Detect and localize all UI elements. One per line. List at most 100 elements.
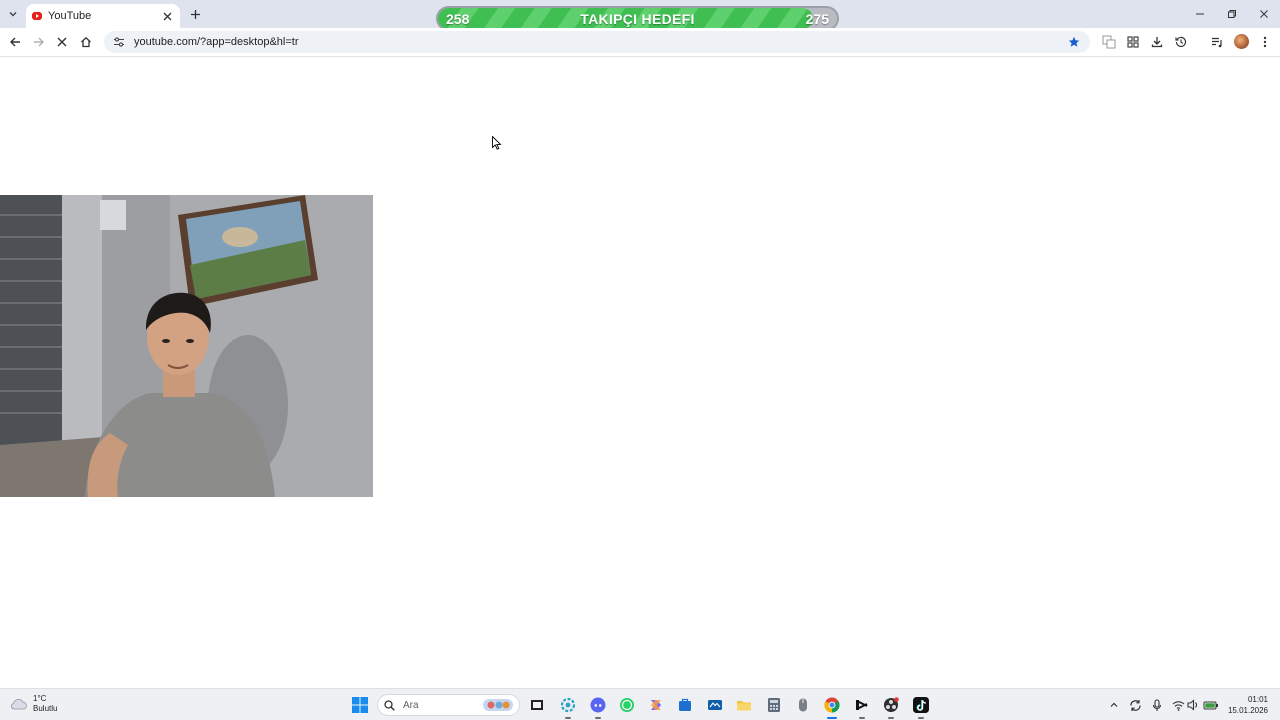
minimize-icon <box>1196 13 1204 15</box>
restore-button[interactable] <box>1216 0 1248 28</box>
close-icon <box>163 12 171 20</box>
running-indicator <box>827 717 837 719</box>
grid-icon <box>1127 36 1139 48</box>
search-icon <box>384 699 395 711</box>
taskbar-copilot[interactable] <box>646 695 666 715</box>
running-indicator <box>859 717 865 719</box>
goal-target-count: 275 <box>805 10 829 27</box>
history-button[interactable] <box>1172 33 1190 51</box>
webcam-overlay <box>0 195 373 497</box>
store-icon <box>679 698 691 711</box>
forward-button[interactable] <box>29 32 49 52</box>
webcam-image <box>0 195 373 497</box>
discord-icon <box>590 697 606 713</box>
taskbar-whatsapp[interactable] <box>617 695 637 715</box>
close-icon <box>1260 10 1268 18</box>
taskbar-folder[interactable] <box>734 695 754 715</box>
weather-temperature: 1°C <box>33 694 47 703</box>
taskbar-clock[interactable]: 01:01 15.01.2026 <box>1228 694 1268 716</box>
taskbar-mouse-app[interactable] <box>793 695 813 715</box>
taskbar-settings[interactable] <box>558 695 578 719</box>
microphone-icon <box>1152 698 1162 711</box>
taskbar: 1°C Bulutlu Ara 01:01 15.01.2026 <box>0 688 1280 720</box>
translate-icon <box>1102 35 1116 49</box>
chevron-up-icon <box>1110 702 1118 707</box>
star-icon <box>1068 36 1080 47</box>
minimize-button[interactable] <box>1184 0 1216 28</box>
settings-icon <box>560 697 576 713</box>
clock-date: 15.01.2026 <box>1227 706 1268 715</box>
taskbar-news[interactable] <box>705 695 725 715</box>
bookmark-star-button[interactable] <box>1066 34 1082 50</box>
taskbar-store[interactable] <box>675 695 695 715</box>
browser-menu-button[interactable] <box>1256 33 1274 51</box>
home-icon <box>81 36 91 48</box>
start-button[interactable] <box>350 695 370 715</box>
tab-youtube[interactable]: YouTube <box>26 4 180 28</box>
goal-progress-track: 258 TAKIPÇI HEDEFI 275 <box>438 8 837 29</box>
tray-sync[interactable] <box>1127 697 1143 713</box>
mouse-app-icon <box>799 698 807 712</box>
capcut-icon <box>856 700 868 710</box>
tab-close-button[interactable] <box>160 9 174 23</box>
profile-avatar[interactable] <box>1234 34 1249 49</box>
media-controls-button[interactable] <box>1208 33 1226 51</box>
taskbar-search[interactable]: Ara <box>377 694 520 716</box>
downloads-button[interactable] <box>1148 33 1166 51</box>
close-icon <box>57 37 67 47</box>
back-button[interactable] <box>5 32 25 52</box>
tray-microphone[interactable] <box>1149 697 1165 713</box>
taskbar-chrome[interactable] <box>822 695 842 719</box>
tune-icon <box>114 37 124 47</box>
new-tab-button[interactable] <box>186 5 204 23</box>
tray-volume[interactable] <box>1185 697 1201 713</box>
tab-title: YouTube <box>48 10 92 22</box>
cloud-icon <box>11 699 27 710</box>
taskbar-calculator[interactable] <box>764 695 784 715</box>
copilot-icon <box>651 700 661 710</box>
tiktok-icon <box>913 697 929 713</box>
running-indicator <box>918 717 924 719</box>
home-button[interactable] <box>76 32 96 52</box>
weather-widget[interactable]: 1°C Bulutlu <box>10 694 57 714</box>
taskbar-file-explorer[interactable] <box>527 695 547 715</box>
url-text: youtube.com/?app=desktop&hl=tr <box>134 36 299 48</box>
browser-toolbar: youtube.com/?app=desktop&hl=tr <box>0 28 1280 57</box>
tray-wifi[interactable] <box>1170 697 1186 713</box>
running-indicator <box>565 717 571 719</box>
sync-icon <box>1129 699 1141 711</box>
windows-start-icon <box>352 697 368 713</box>
folder-icon <box>737 701 751 711</box>
site-info-button[interactable] <box>112 35 126 49</box>
page-content[interactable] <box>0 58 1280 688</box>
translate-button[interactable] <box>1100 33 1118 51</box>
tab-search-button[interactable] <box>4 5 22 23</box>
close-window-button[interactable] <box>1248 0 1280 28</box>
extensions-button[interactable] <box>1124 33 1142 51</box>
taskbar-discord[interactable] <box>588 695 608 719</box>
history-icon <box>1175 36 1187 48</box>
more-vertical-icon <box>1263 36 1267 48</box>
speaker-icon <box>1186 699 1197 711</box>
goal-title: TAKIPÇI HEDEFI <box>580 10 695 27</box>
arrow-right-icon <box>34 37 44 47</box>
stop-loading-button[interactable] <box>52 32 72 52</box>
search-highlight-icon <box>483 699 513 711</box>
clock-time: 01:01 <box>1247 695 1268 704</box>
file-explorer-icon <box>531 700 543 710</box>
taskbar-tiktok[interactable] <box>911 695 931 719</box>
weather-condition: Bulutlu <box>33 704 58 713</box>
whatsapp-icon <box>620 698 634 712</box>
restore-icon <box>1228 10 1236 18</box>
show-hidden-icons-button[interactable] <box>1106 697 1122 713</box>
running-indicator <box>888 717 894 719</box>
taskbar-obs[interactable] <box>881 695 901 719</box>
calculator-icon <box>768 698 780 712</box>
search-placeholder: Ara <box>403 699 419 711</box>
running-indicator <box>595 717 601 719</box>
taskbar-capcut[interactable] <box>852 695 872 719</box>
obs-icon <box>884 697 899 712</box>
playlist-icon <box>1212 37 1222 48</box>
address-bar[interactable]: youtube.com/?app=desktop&hl=tr <box>104 31 1090 53</box>
tray-battery[interactable] <box>1203 697 1219 713</box>
